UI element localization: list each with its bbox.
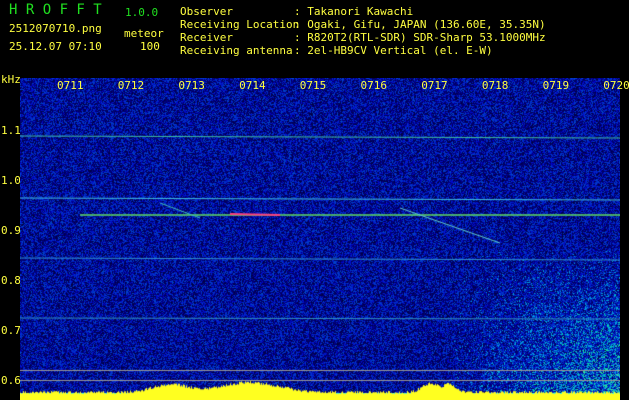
datetime: 25.12.07 07:10: [9, 40, 102, 53]
x-tick-label: 0716: [360, 79, 388, 92]
app-version: 1.0.0: [125, 6, 159, 19]
x-tick-label: 0717: [421, 79, 448, 92]
info-value: : R820T2(RTL-SDR) SDR-Sharp 53.1000MHz: [294, 31, 546, 44]
x-tick-label: 0718: [481, 79, 509, 92]
info-value: : Ogaki, Gifu, JAPAN (136.60E, 35.35N): [294, 18, 546, 31]
info-label: Observer: [180, 5, 233, 18]
y-tick-label: 0.6: [1, 374, 21, 387]
mode-label: meteor: [124, 27, 164, 40]
y-tick-label: 0.7: [1, 324, 21, 337]
info-label: Receiving antenna: [180, 44, 293, 57]
x-tick-label: 0719: [542, 79, 570, 92]
x-tick-label: 0711: [57, 79, 84, 92]
spectrogram: [20, 78, 620, 400]
y-tick-label: 1.0: [1, 174, 21, 187]
info-value: : Takanori Kawachi: [294, 5, 414, 18]
info-label: Receiving Location: [180, 18, 300, 31]
info-value: : 2el-HB9CV Vertical (el. E-W): [294, 44, 493, 57]
x-tick-label: 0714: [239, 79, 266, 92]
x-tick-label: 0713: [178, 79, 205, 92]
count: 100: [140, 40, 160, 53]
y-tick-label: 1.1: [1, 124, 21, 137]
x-tick-label: 0712: [117, 79, 145, 92]
y-tick-label: 0.8: [1, 274, 21, 287]
x-tick-label: 0715: [299, 79, 327, 92]
app-title: H R O F F T: [9, 2, 102, 18]
file-name: 2512070710.png: [9, 22, 102, 35]
y-tick-label: 0.9: [1, 224, 21, 237]
x-tick-label: 0720: [603, 79, 629, 92]
y-unit: kHz: [1, 73, 21, 86]
info-label: Receiver: [180, 31, 233, 44]
